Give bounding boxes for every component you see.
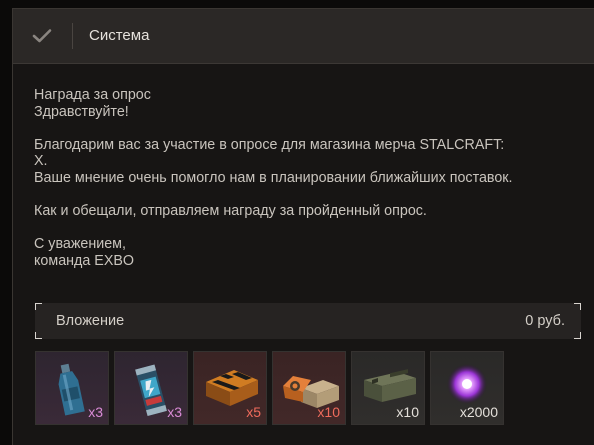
message-signoff: С уважением, [34, 236, 126, 253]
attachment-item[interactable]: x5 [193, 351, 267, 425]
message-line: Как и обещали, отправляем награду за про… [34, 203, 427, 220]
mail-header: Система [13, 9, 594, 64]
attachment-item[interactable]: x10 [272, 351, 346, 425]
attachment-item[interactable]: x2000 [430, 351, 504, 425]
header-divider [72, 23, 73, 49]
item-count: x5 [246, 404, 261, 420]
message-subject: Награда за опрос [34, 87, 151, 103]
sender-title: Система [89, 27, 150, 44]
item-count: x3 [167, 404, 182, 420]
message-greeting: Здравствуйте! [34, 103, 129, 120]
attachment-bar: Вложение 0 руб. [35, 303, 581, 339]
attachment-label: Вложение [56, 313, 125, 329]
attachment-item[interactable]: x3 [35, 351, 109, 425]
message-line: Благодарим вас за участие в опросе для м… [34, 136, 505, 153]
item-count: x2000 [459, 404, 498, 420]
mark-read-button[interactable] [13, 9, 71, 63]
message-body: Награда за опрос Здравствуйте! Благодари… [34, 87, 584, 270]
attachment-price: 0 руб. [525, 313, 565, 329]
message-line: Ваше мнение очень помогло нам в планиров… [34, 169, 513, 186]
mail-panel: Система Награда за опрос Здравствуйте! Б… [12, 8, 594, 445]
attachment-item[interactable]: x10 [351, 351, 425, 425]
message-team: команда EXBO [34, 252, 135, 269]
item-count: x10 [317, 404, 340, 420]
checkmark-icon [32, 29, 52, 43]
message-line: X. [34, 153, 48, 170]
item-count: x10 [396, 404, 419, 420]
attachment-item[interactable]: x3 [114, 351, 188, 425]
item-count: x3 [88, 404, 103, 420]
